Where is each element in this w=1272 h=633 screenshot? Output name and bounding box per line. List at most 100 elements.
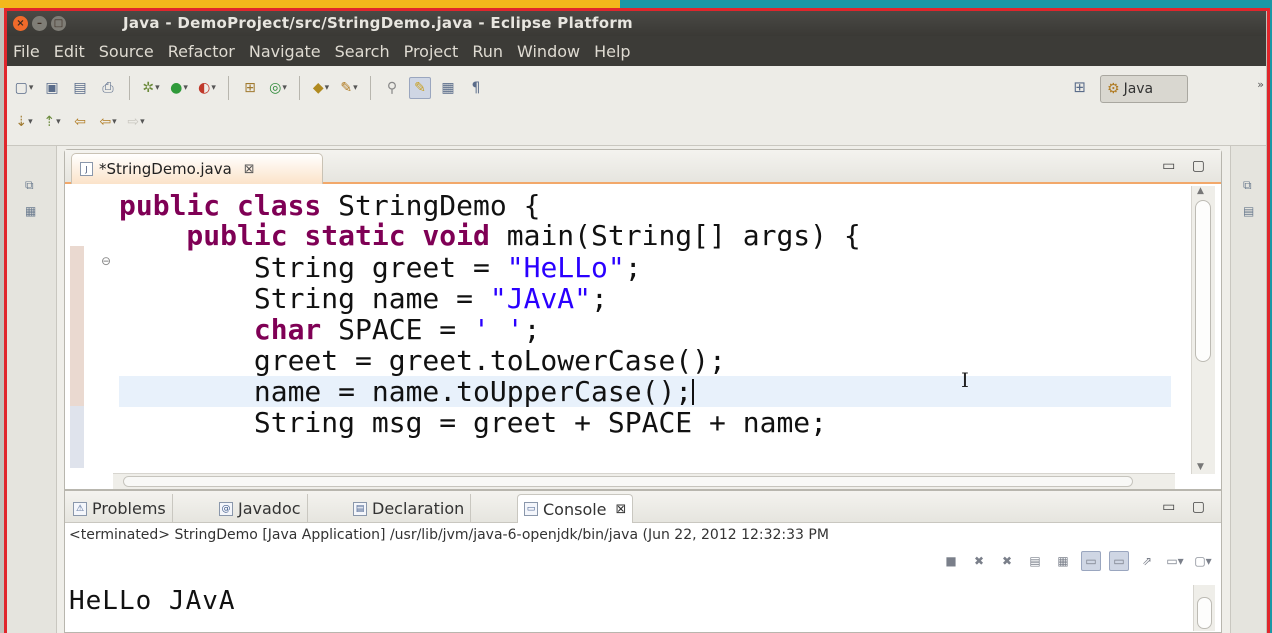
save-icon[interactable]: ▣ — [41, 77, 63, 99]
run-icon[interactable]: ● — [168, 77, 190, 99]
text-cursor-icon: I — [961, 368, 969, 392]
display-console-icon[interactable]: ▭▾ — [1165, 551, 1185, 571]
previous-annotation-icon[interactable]: ⇡ — [41, 111, 63, 133]
tab-console[interactable]: ▭ Console ⊠ — [517, 494, 634, 523]
tab-close-icon[interactable]: ⊠ — [616, 502, 627, 517]
tab-label: Console — [543, 499, 607, 519]
new-class-icon[interactable]: ◎ — [267, 77, 289, 99]
close-window-button[interactable]: × — [13, 16, 28, 31]
toolbar-separator — [228, 76, 229, 100]
console-status: <terminated> StringDemo [Java Applicatio… — [69, 527, 829, 543]
next-annotation-icon[interactable]: ⇣ — [13, 111, 35, 133]
editor-ruler: ⊖ — [65, 186, 113, 474]
toolbar-separator — [299, 76, 300, 100]
editor-tab-stringdemo[interactable]: J *StringDemo.java ⊠ — [71, 153, 323, 184]
scroll-down-icon[interactable]: ▼ — [1197, 462, 1204, 472]
close-icon: × — [16, 18, 25, 29]
scrollbar-thumb[interactable] — [1197, 597, 1212, 629]
menu-refactor[interactable]: Refactor — [162, 42, 241, 61]
console-vertical-scrollbar[interactable] — [1193, 585, 1215, 631]
menu-search[interactable]: Search — [329, 42, 396, 61]
show-whitespace-icon[interactable]: ¶ — [465, 77, 487, 99]
last-edit-icon[interactable]: ⇦ — [69, 111, 91, 133]
editor-panel: J *StringDemo.java ⊠ ▭ ▢ ⊖ public class … — [64, 149, 1222, 490]
open-type-icon[interactable]: ◆ — [310, 77, 332, 99]
eclipse-window: × – □ Java - DemoProject/src/StringDemo.… — [7, 11, 1266, 633]
minimize-window-button[interactable]: – — [32, 16, 47, 31]
editor-vertical-scrollbar[interactable]: ▲ ▼ — [1191, 186, 1215, 474]
tab-javadoc[interactable]: @ Javadoc — [213, 494, 308, 523]
minimize-maximize-icon[interactable]: ▭ ▢ — [1162, 499, 1211, 515]
scrollbar-thumb[interactable] — [123, 476, 1133, 487]
right-trim-stack: ⧉ ▤ — [1230, 146, 1266, 633]
code-text: main(String[] args) { — [506, 219, 861, 252]
menu-source[interactable]: Source — [93, 42, 160, 61]
fold-collapse-icon[interactable]: ⊖ — [101, 254, 111, 268]
back-icon[interactable]: ⇦ — [97, 111, 119, 133]
code-line: public class StringDemo { — [119, 190, 1171, 221]
clear-console-icon[interactable]: ▤ — [1025, 551, 1045, 571]
editor-horizontal-scrollbar[interactable] — [113, 473, 1175, 489]
show-on-stderr-icon[interactable]: ▭ — [1109, 551, 1129, 571]
menu-file[interactable]: File — [7, 42, 46, 61]
menu-project[interactable]: Project — [398, 42, 465, 61]
menu-edit[interactable]: Edit — [48, 42, 91, 61]
string-literal: "HeLLo" — [506, 251, 625, 284]
code-text: ; — [591, 282, 608, 315]
declaration-icon: ▤ — [353, 501, 367, 516]
tab-declaration[interactable]: ▤ Declaration — [347, 494, 472, 523]
maximize-window-button[interactable]: □ — [51, 16, 66, 31]
menu-window[interactable]: Window — [511, 42, 586, 61]
title-bar: × – □ Java - DemoProject/src/StringDemo.… — [7, 11, 1266, 36]
menu-help[interactable]: Help — [588, 42, 636, 61]
scroll-up-icon[interactable]: ▲ — [1197, 186, 1204, 196]
remove-launch-icon[interactable]: ✖ — [969, 551, 989, 571]
java-perspective-label: Java — [1123, 81, 1154, 97]
string-literal: "JAvA" — [489, 282, 592, 315]
tab-problems[interactable]: ⚠ Problems — [67, 494, 173, 523]
minimize-maximize-icon[interactable]: ▭ ▢ — [1162, 158, 1211, 174]
pin-console-icon[interactable]: ⇗ — [1137, 551, 1157, 571]
outline-icon[interactable]: ▤ — [1243, 204, 1254, 218]
console-toolbar: ■ ✖ ✖ ▤ ▦ ▭ ▭ ⇗ ▭▾ ▢▾ — [941, 551, 1213, 571]
block-selection-icon[interactable]: ▦ — [437, 77, 459, 99]
remove-all-icon[interactable]: ✖ — [997, 551, 1017, 571]
code-editor[interactable]: ⊖ public class StringDemo { public stati… — [65, 186, 1175, 474]
maximize-icon: □ — [53, 18, 64, 29]
search-icon[interactable]: ✎ — [338, 77, 360, 99]
new-package-icon[interactable]: ⊞ — [239, 77, 261, 99]
minimize-icon: – — [37, 18, 42, 29]
editor-tab-bar: J *StringDemo.java ⊠ ▭ ▢ — [65, 150, 1221, 184]
new-icon[interactable]: ▢ — [13, 77, 35, 99]
menu-navigate[interactable]: Navigate — [243, 42, 327, 61]
save-all-icon[interactable]: ▤ — [69, 77, 91, 99]
scroll-lock-icon[interactable]: ▦ — [1053, 551, 1073, 571]
code-text: greet = greet.toLowerCase(); — [119, 344, 726, 377]
external-tools-icon[interactable]: ◐ — [196, 77, 218, 99]
highlight-icon[interactable]: ✎ — [409, 77, 431, 99]
forward-icon[interactable]: ⇨ — [125, 111, 147, 133]
change-marker — [70, 406, 84, 468]
print-icon[interactable]: ⎙ — [97, 77, 119, 99]
more-icon[interactable]: » — [1257, 78, 1264, 91]
java-perspective-button[interactable]: ⚙ Java — [1100, 75, 1188, 103]
code-text: ; — [523, 313, 541, 346]
toolbar-separator — [370, 76, 371, 100]
scrollbar-thumb[interactable] — [1195, 200, 1211, 362]
menu-run[interactable]: Run — [466, 42, 509, 61]
code-text: StringDemo { — [338, 189, 541, 222]
open-console-icon[interactable]: ▢▾ — [1193, 551, 1213, 571]
restore-icon[interactable]: ⧉ — [1243, 178, 1252, 193]
tab-close-icon[interactable]: ⊠ — [244, 162, 255, 177]
package-explorer-icon[interactable]: ▦ — [25, 204, 36, 218]
debug-icon[interactable]: ✲ — [140, 77, 162, 99]
left-trim-stack: ⧉ ▦ — [7, 146, 57, 633]
toggle-mark-occurrences-icon[interactable]: ⚲ — [381, 77, 403, 99]
terminate-icon[interactable]: ■ — [941, 551, 961, 571]
restore-icon[interactable]: ⧉ — [25, 178, 34, 193]
toolbar-separator — [129, 76, 130, 100]
show-on-stdout-icon[interactable]: ▭ — [1081, 551, 1101, 571]
open-perspective-icon[interactable]: ⊞ — [1073, 78, 1086, 96]
code-text: SPACE = — [338, 313, 474, 346]
java-file-icon: J — [80, 162, 93, 176]
